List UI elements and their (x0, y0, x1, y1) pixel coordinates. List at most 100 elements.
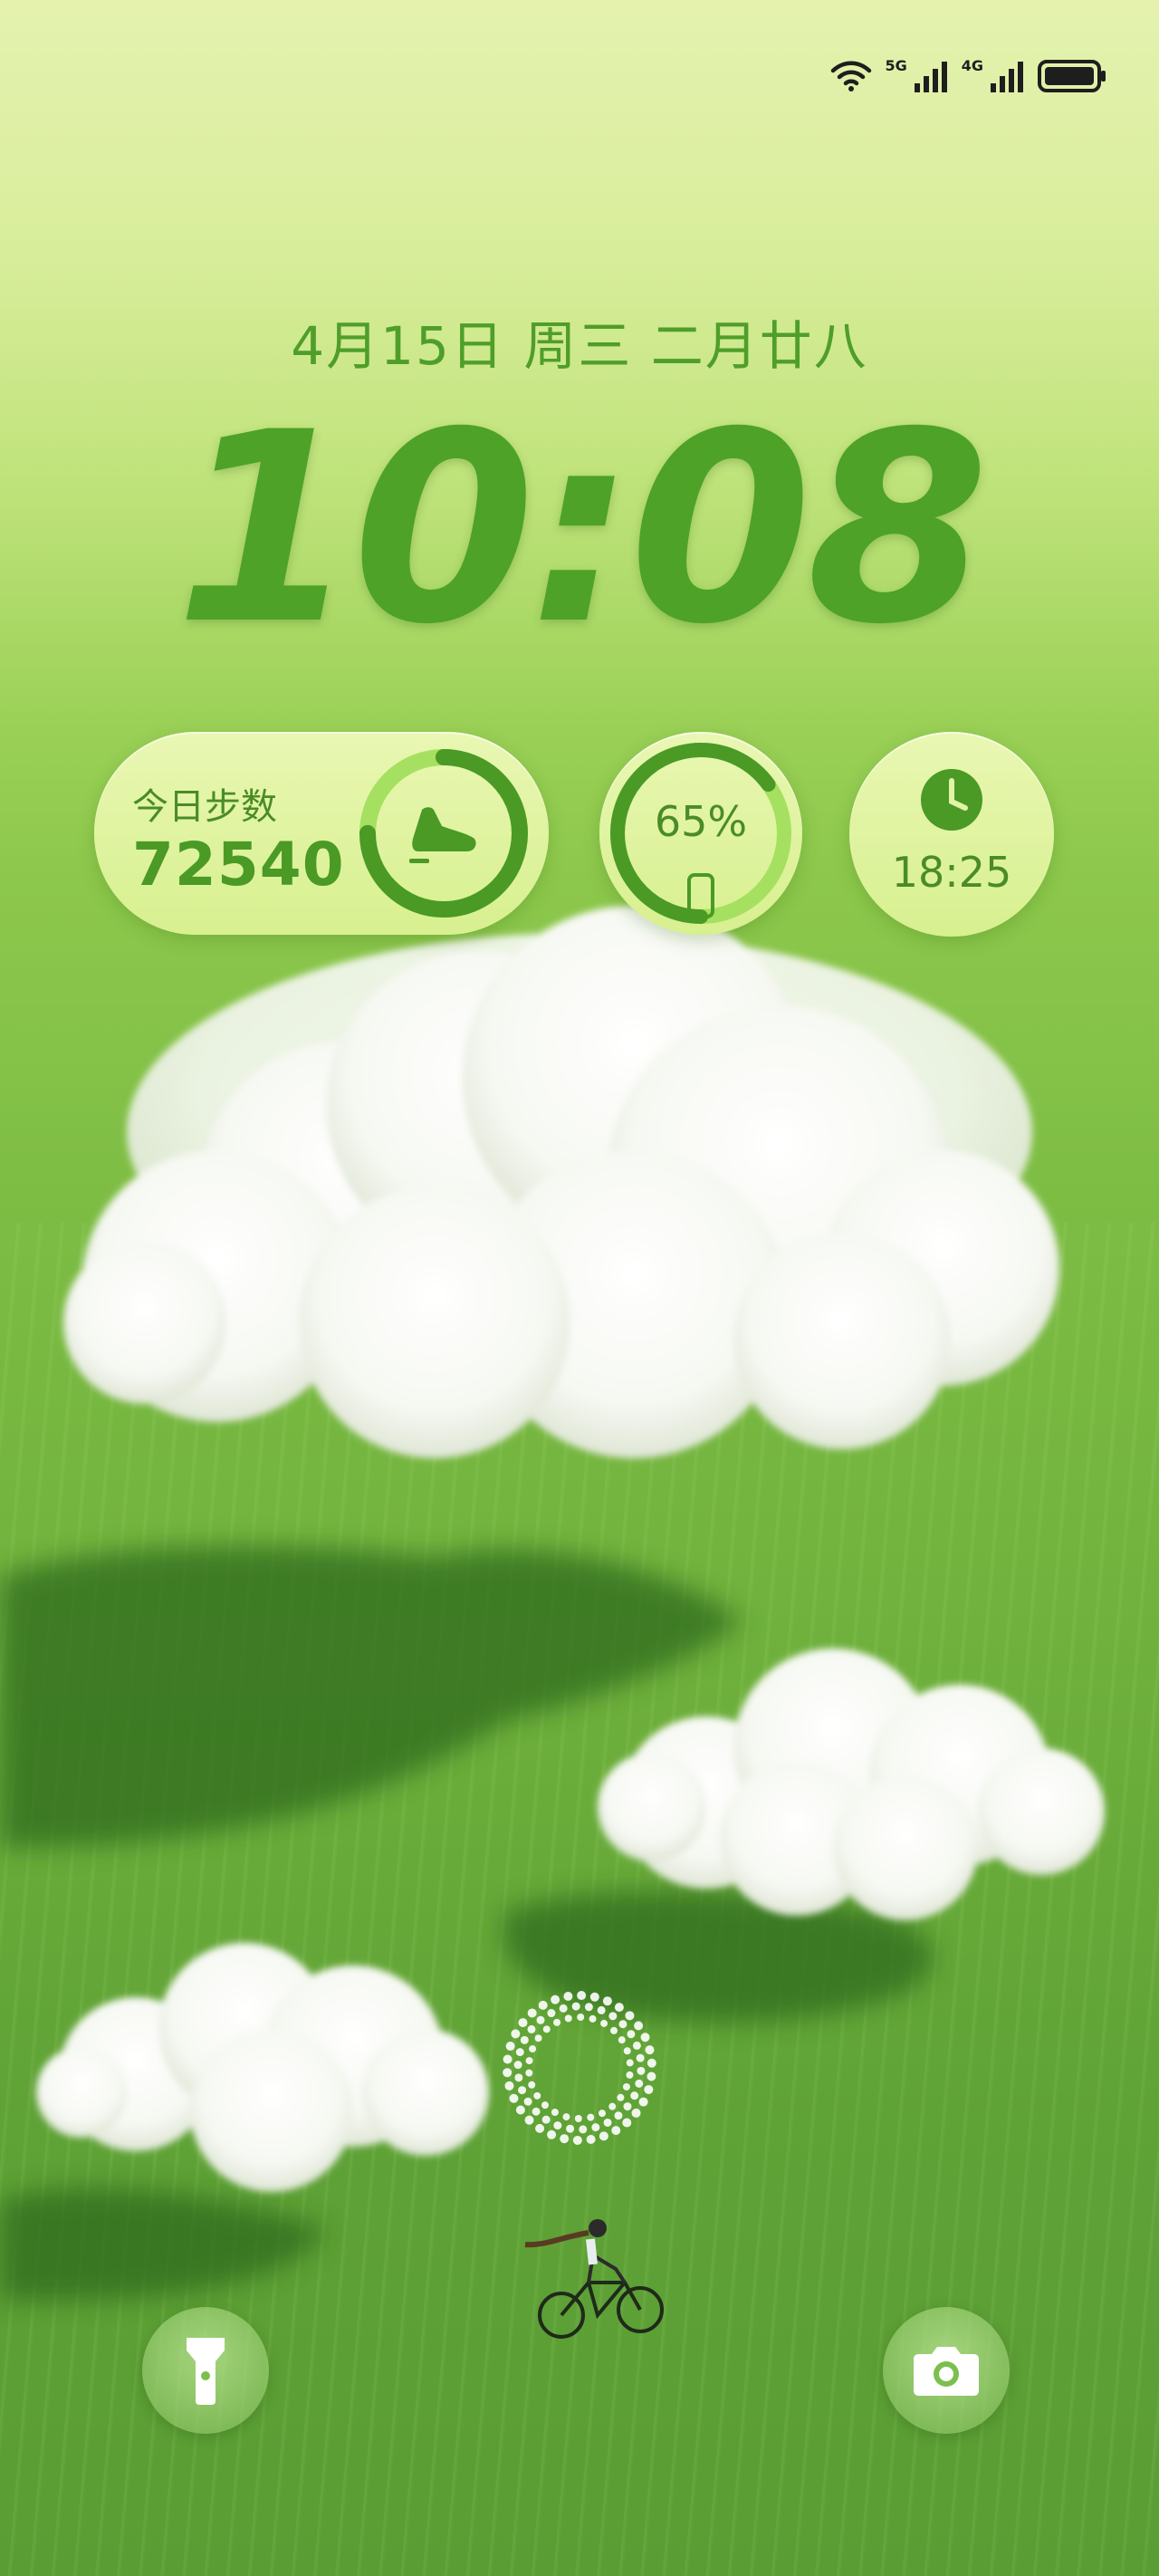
cyclist-figure (524, 2219, 664, 2339)
fingerprint-dot (518, 2018, 528, 2028)
fingerprint-dot (503, 2054, 512, 2064)
fingerprint-dot (622, 2118, 632, 2128)
fingerprint-dot (611, 2126, 621, 2136)
fingerprint-dot (587, 2113, 595, 2121)
fingerprint-dot (504, 2081, 514, 2091)
fingerprint-dot (571, 2002, 580, 2011)
fingerprint-dot (564, 2014, 572, 2023)
flashlight-icon (187, 2338, 225, 2405)
fingerprint-dot (553, 2121, 562, 2130)
steps-label: 今日步数 (132, 786, 277, 828)
signal-icon (991, 62, 1023, 92)
fingerprint-dot (518, 2086, 527, 2095)
fingerprint-dot (574, 2114, 582, 2122)
fingerprint-dot (627, 2030, 636, 2039)
fingerprint-dot (610, 2026, 618, 2034)
network-label-2: 4G (961, 56, 983, 74)
fingerprint-dot (645, 2045, 655, 2055)
fingerprint-dot (538, 2000, 548, 2010)
fingerprint-dot (631, 2108, 641, 2118)
fingerprint-dot (560, 2134, 570, 2144)
fingerprint-dot (566, 2124, 575, 2133)
fingerprint-dot (527, 2024, 536, 2033)
cloud-medium (598, 1648, 1105, 1920)
fingerprint-dot (614, 2111, 623, 2120)
fingerprint-dot (533, 2091, 541, 2100)
lock-date: 4月15日 周三 二月廿八 (291, 315, 868, 377)
lock-time: 10:08 (175, 377, 989, 682)
fingerprint-dot (635, 2079, 644, 2088)
fingerprint-ring (503, 1991, 656, 2145)
fingerprint-dot (591, 2123, 600, 2132)
fingerprint-dot (636, 2053, 645, 2062)
fingerprint-dot (632, 2041, 641, 2050)
fingerprint-dot (547, 2009, 556, 2018)
fingerprint-dot (577, 2014, 585, 2022)
fingerprint-dot (520, 2035, 529, 2044)
fingerprint-dot (527, 2008, 537, 2018)
cloud-small (36, 1943, 489, 2192)
battery-widget[interactable]: 65% (599, 732, 802, 935)
fingerprint-dot (551, 2109, 559, 2117)
fingerprint-dot (572, 2135, 582, 2145)
fingerprint-dot (584, 2003, 593, 2012)
fingerprint-dot (626, 2071, 634, 2079)
flashlight-button[interactable] (142, 2307, 269, 2434)
steps-value: 72540 (132, 830, 345, 899)
fingerprint-dot (630, 2091, 639, 2100)
fingerprint-dot (618, 2020, 627, 2029)
fingerprint-dot (529, 2045, 537, 2053)
fingerprint-dot (513, 2061, 522, 2070)
fingerprint-dot (634, 2021, 644, 2031)
fingerprint-dot (541, 2115, 551, 2124)
fingerprint-dot (589, 1992, 599, 2002)
fingerprint-dot (559, 2004, 568, 2013)
fingerprint-dot (535, 2123, 545, 2133)
camera-button[interactable] (883, 2307, 1010, 2434)
signal-icon (914, 62, 947, 92)
cloud-large (63, 906, 1059, 1458)
fingerprint-dot (623, 2047, 631, 2055)
fingerprint-dot (514, 2073, 523, 2082)
fingerprint-dot (577, 1991, 587, 2001)
fingerprint-dot (597, 2005, 606, 2014)
fingerprint-dot (509, 2093, 519, 2103)
fingerprint-dot (586, 2135, 596, 2145)
fingerprint-dot (617, 2093, 625, 2101)
battery-icon (1038, 60, 1106, 92)
network-label-1: 5G (885, 56, 907, 74)
fingerprint-dot (622, 2082, 630, 2091)
fingerprint-dot (536, 2015, 545, 2024)
fingerprint-dot (614, 2003, 624, 2013)
fingerprint-dot (515, 2048, 524, 2057)
fingerprint-dot (553, 2018, 561, 2026)
fingerprint-dot (542, 2025, 551, 2033)
fingerprint-dot (602, 1996, 612, 2006)
status-bar: 5G 4G (830, 56, 1106, 94)
fingerprint-dot (532, 2107, 541, 2116)
fingerprint-dot (547, 2129, 557, 2139)
fingerprint-dot (515, 2105, 525, 2115)
fingerprint-dot (541, 2101, 549, 2110)
fingerprint-dot (589, 2014, 597, 2023)
fingerprint-dot (528, 2081, 536, 2089)
steps-progress-ring (359, 749, 528, 918)
fingerprint-dot (638, 2097, 648, 2107)
lock-screen: 5G 4G 4月15日 周三 二月廿八 10:08 今日步数 72540 65%… (0, 0, 1159, 2576)
fingerprint-dot (626, 2059, 634, 2067)
fingerprint-dot (534, 2034, 542, 2043)
fingerprint-dot (637, 2066, 646, 2075)
camera-icon (914, 2347, 979, 2396)
fingerprint-dot (647, 2071, 656, 2081)
fingerprint-dot (618, 2036, 626, 2044)
battery-value: 65% (654, 797, 748, 846)
fingerprint-dot (640, 2033, 650, 2043)
fingerprint-dot (644, 2084, 654, 2094)
fingerprint-dot (563, 1991, 573, 2001)
steps-widget[interactable]: 今日步数 72540 (94, 732, 549, 935)
alarm-time: 18:25 (891, 848, 1012, 897)
shoe-icon (409, 807, 476, 863)
fingerprint-dot (598, 2110, 606, 2118)
fingerprint-dot (562, 2113, 570, 2121)
alarm-clock-widget[interactable]: 18:25 (849, 732, 1054, 937)
